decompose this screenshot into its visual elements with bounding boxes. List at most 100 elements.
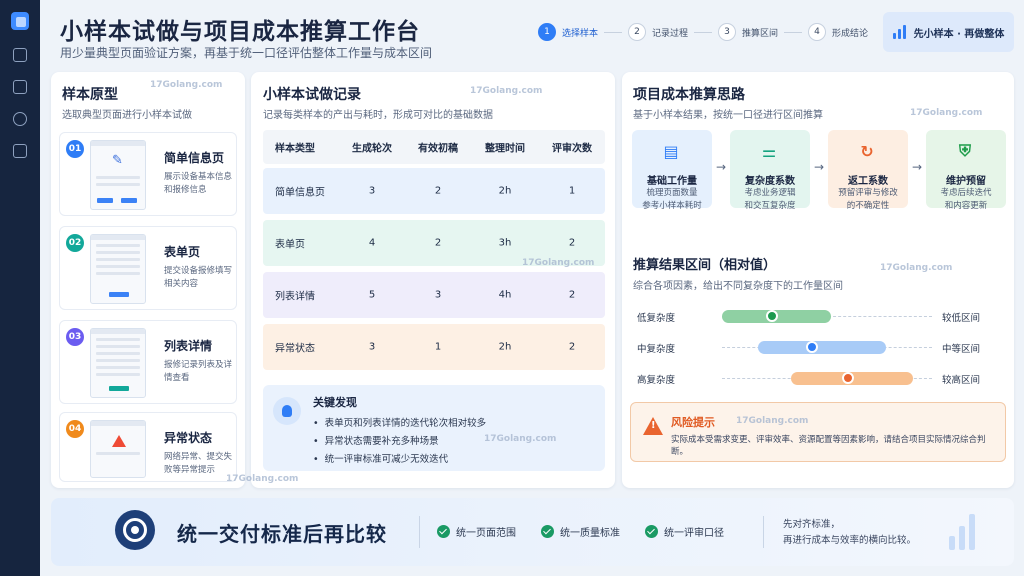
sample-card-1[interactable]: 01 ✎ 简单信息页 展示设备基本信息和报修信息 bbox=[59, 132, 237, 216]
step-indicator: 1 选择样本 2 记录过程 3 推算区间 4 形成结论 bbox=[538, 22, 868, 42]
watermark: 17Golang.com bbox=[150, 80, 223, 90]
factor-name: 维护预留 bbox=[946, 176, 986, 187]
sample-card-4[interactable]: 04 异常状态 网络异常、提交失败等异常提示 bbox=[59, 412, 237, 482]
factor-desc: 梳理页面数量 参考小样本耗时 bbox=[642, 188, 702, 211]
factor-complexity[interactable]: ⚌ 复杂度系数 考虑业务逻辑 和交互复杂度 bbox=[730, 130, 810, 211]
step-connector bbox=[604, 31, 623, 33]
step-number: 2 bbox=[628, 23, 647, 41]
factor-desc: 考虑业务逻辑 和交互复杂度 bbox=[744, 188, 796, 211]
range-marker bbox=[842, 372, 854, 384]
sample-thumbnail bbox=[90, 234, 146, 304]
step-1[interactable]: 1 选择样本 bbox=[538, 23, 598, 41]
step-label: 记录过程 bbox=[652, 28, 689, 39]
step-3[interactable]: 3 推算区间 bbox=[718, 23, 778, 41]
cell-time: 2h bbox=[498, 185, 512, 197]
range-label: 高复杂度 bbox=[637, 375, 676, 386]
cell-type: 简单信息页 bbox=[275, 187, 325, 199]
cell-reviews: 2 bbox=[568, 237, 576, 249]
factor-desc: 预留评审与修改 的不确定性 bbox=[838, 188, 898, 211]
page-title: 小样本试做与项目成本推算工作台 bbox=[60, 19, 420, 45]
cell-type: 列表详情 bbox=[275, 291, 315, 303]
settings-icon[interactable] bbox=[13, 112, 27, 126]
step-connector bbox=[694, 31, 713, 33]
cell-rounds: 3 bbox=[368, 341, 376, 353]
record-title: 小样本试做记录 bbox=[263, 87, 361, 103]
watermark: 17Golang.com bbox=[736, 416, 809, 426]
grid-icon[interactable] bbox=[13, 80, 27, 94]
factor-rework[interactable]: ↻ 返工系数 预留评审与修改 的不确定性 bbox=[828, 130, 908, 211]
table-row[interactable]: 简单信息页 3 2 2h 1 bbox=[263, 168, 605, 214]
lightbulb-icon bbox=[273, 397, 301, 425]
watermark: 17Golang.com bbox=[226, 474, 299, 484]
shield-icon: ⛨ bbox=[958, 141, 971, 160]
banner-note: 先对齐标准， 再进行成本与效率的横向比较。 bbox=[783, 519, 917, 546]
sample-number: 01 bbox=[66, 140, 84, 158]
range-title: 推算结果区间（相对值） bbox=[633, 258, 777, 273]
wrench-icon: ✎ bbox=[112, 153, 123, 168]
range-subtitle: 综合各项因素，给出不同复杂度下的工作量区间 bbox=[633, 281, 843, 292]
arrow-right-icon: → bbox=[814, 160, 825, 174]
estimate-panel: 项目成本推算思路 基于小样本结果，按统一口径进行区间推算 ▤ 基础工作量 梳理页… bbox=[622, 72, 1014, 488]
cell-rounds: 4 bbox=[368, 237, 376, 249]
cell-time: 3h bbox=[498, 237, 512, 249]
cell-time: 2h bbox=[498, 341, 512, 353]
estimate-title: 项目成本推算思路 bbox=[633, 87, 745, 103]
table-header: 样本类型 生成轮次 有效初稿 整理时间 评审次数 bbox=[263, 130, 605, 164]
risk-title: 风险提示 bbox=[671, 416, 715, 429]
sample-card-3[interactable]: 03 列表详情 报修记录列表及详情查看 bbox=[59, 320, 237, 404]
app-logo bbox=[11, 12, 29, 30]
factor-base-workload[interactable]: ▤ 基础工作量 梳理页面数量 参考小样本耗时 bbox=[632, 130, 712, 211]
refresh-icon: ↻ bbox=[860, 141, 874, 161]
column-header: 生成轮次 bbox=[352, 143, 392, 155]
home-icon[interactable] bbox=[13, 48, 27, 62]
standards-banner: 统一交付标准后再比较 统一页面范围 统一质量标准 统一评审口径 先对齐标准， 再进… bbox=[51, 498, 1014, 566]
page-subtitle: 用少量典型页面验证方案，再基于统一口径评估整体工作量与成本区间 bbox=[60, 46, 433, 60]
range-result: 中等区间 bbox=[942, 344, 981, 355]
step-2[interactable]: 2 记录过程 bbox=[628, 23, 688, 41]
cell-reviews: 2 bbox=[568, 341, 576, 353]
cell-time: 4h bbox=[498, 289, 512, 301]
range-result: 较低区间 bbox=[942, 313, 981, 324]
sample-thumbnail bbox=[90, 420, 146, 478]
step-number: 3 bbox=[718, 23, 737, 41]
warning-icon bbox=[643, 417, 663, 435]
check-item: 统一质量标准 bbox=[541, 524, 620, 539]
finding-item: 统一评审标准可减少无效迭代 bbox=[313, 451, 449, 465]
column-header: 整理时间 bbox=[485, 143, 525, 155]
watermark: 17Golang.com bbox=[910, 108, 983, 118]
bar-chart-icon bbox=[949, 512, 975, 550]
sample-desc: 网络异常、提交失败等异常提示 bbox=[164, 452, 233, 475]
key-findings: 关键发现 表单页和列表详情的迭代轮次相对较多 异常状态需要补充多种场景 统一评审… bbox=[263, 385, 605, 471]
step-4[interactable]: 4 形成结论 bbox=[808, 23, 868, 41]
risk-notice: 风险提示 实际成本受需求变更、评审效率、资源配置等因素影响，请结合项目实际情况综… bbox=[630, 402, 1006, 462]
check-icon bbox=[437, 525, 450, 538]
sample-thumbnail: ✎ bbox=[90, 140, 146, 210]
cell-rounds: 5 bbox=[368, 289, 376, 301]
sample-number: 04 bbox=[66, 420, 84, 438]
step-label: 推算区间 bbox=[742, 28, 779, 39]
table-row[interactable]: 列表详情 5 3 4h 2 bbox=[263, 272, 605, 318]
cell-type: 异常状态 bbox=[275, 343, 315, 355]
factor-name: 返工系数 bbox=[848, 176, 888, 187]
check-item: 统一评审口径 bbox=[645, 524, 724, 539]
cell-drafts: 3 bbox=[434, 289, 442, 301]
watermark: 17Golang.com bbox=[880, 263, 953, 273]
samples-title: 样本原型 bbox=[62, 87, 118, 103]
sample-desc: 报修记录列表及详情查看 bbox=[164, 360, 233, 383]
divider bbox=[763, 516, 764, 548]
table-row[interactable]: 异常状态 3 1 2h 2 bbox=[263, 324, 605, 370]
side-rail bbox=[0, 0, 40, 576]
bar-chart-icon bbox=[892, 25, 906, 39]
sample-number: 02 bbox=[66, 234, 84, 252]
sample-name: 列表详情 bbox=[164, 339, 213, 353]
cell-reviews: 2 bbox=[568, 289, 576, 301]
factor-name: 复杂度系数 bbox=[745, 176, 795, 187]
sample-desc: 展示设备基本信息和报修信息 bbox=[164, 172, 233, 195]
column-header: 评审次数 bbox=[552, 143, 592, 155]
approach-badge: 先小样本 · 再做整体 bbox=[883, 12, 1014, 52]
arrow-right-icon: → bbox=[912, 160, 923, 174]
sample-card-2[interactable]: 02 表单页 提交设备报修填写相关内容 bbox=[59, 226, 237, 310]
check-icon bbox=[541, 525, 554, 538]
chart-icon[interactable] bbox=[13, 144, 27, 158]
factor-maintenance[interactable]: ⛨ 维护预留 考虑后续迭代 和内容更新 bbox=[926, 130, 1006, 211]
